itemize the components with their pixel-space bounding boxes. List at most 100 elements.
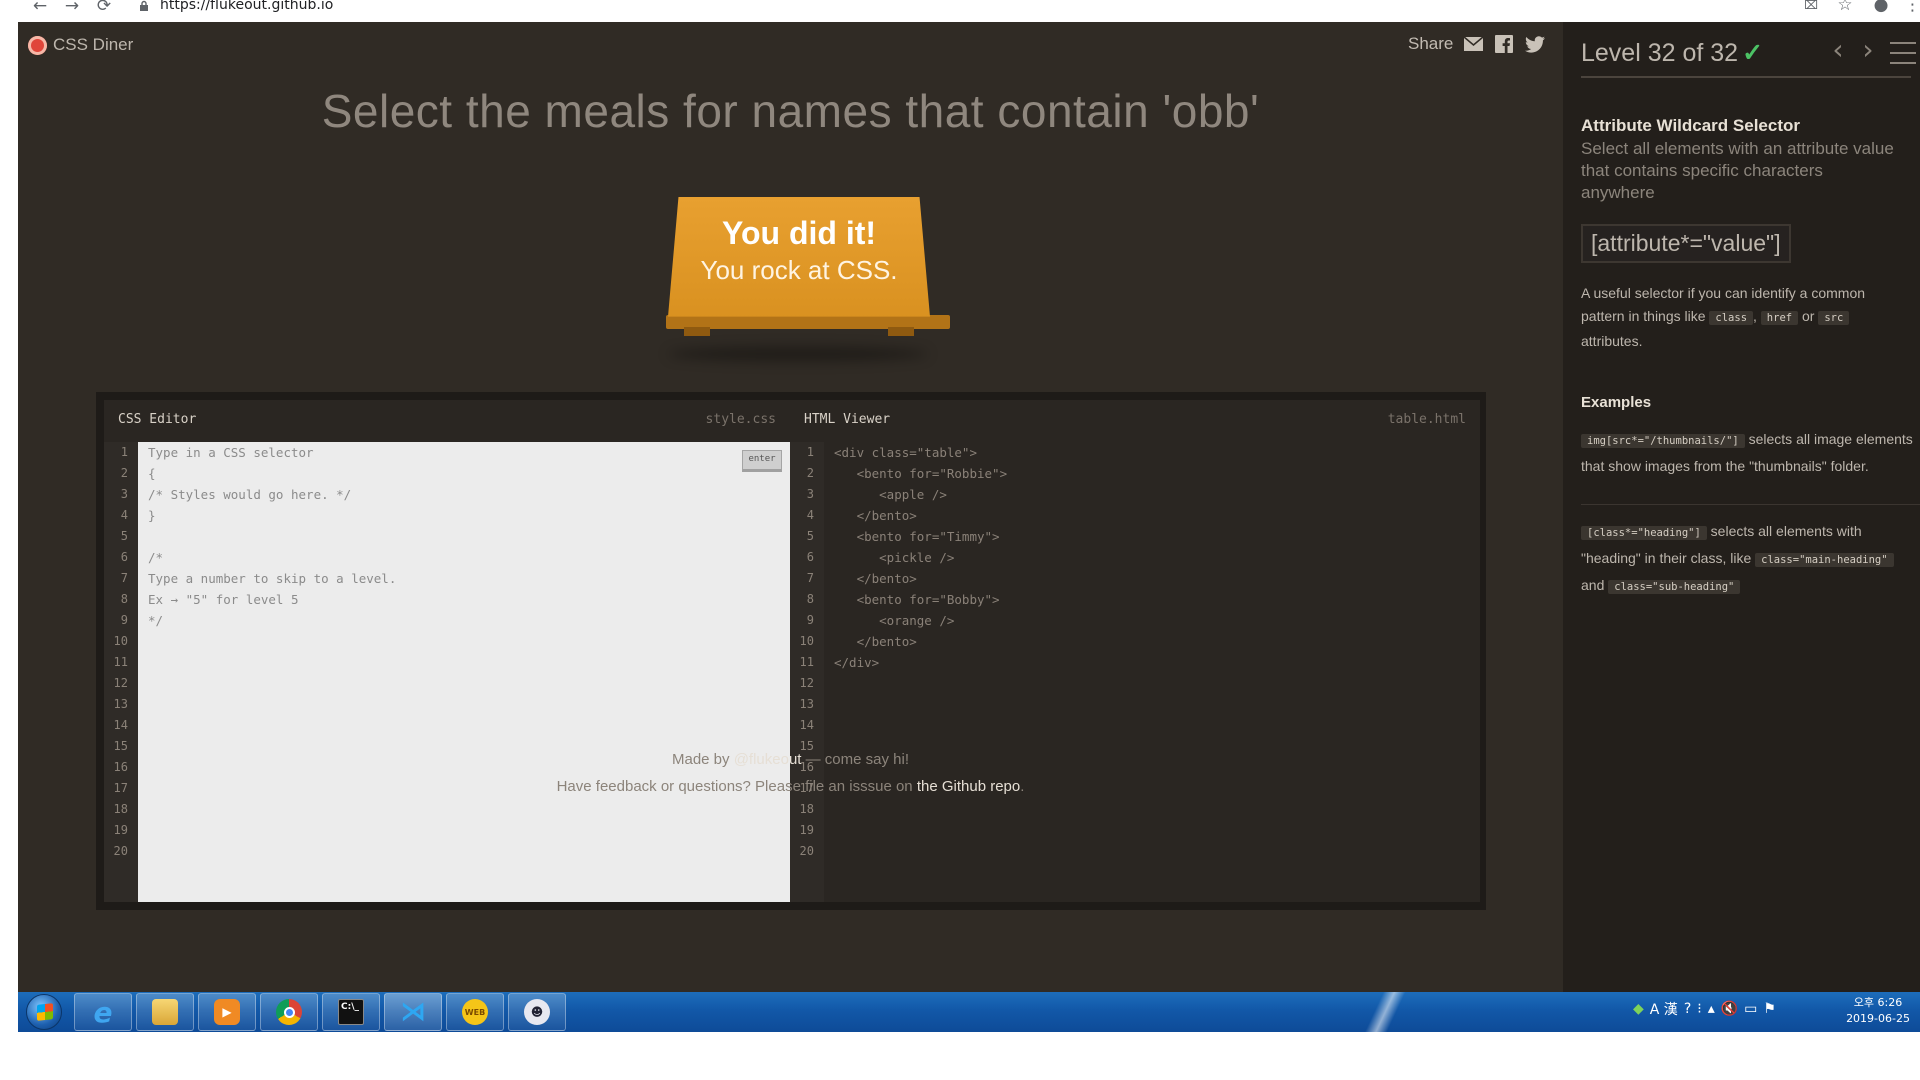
facebook-icon[interactable] — [1493, 34, 1515, 54]
start-button[interactable] — [26, 994, 62, 1030]
example-divider — [1581, 504, 1920, 505]
feedback-line: Have feedback or questions? Please file … — [18, 778, 1563, 795]
twitter-icon[interactable] — [1524, 34, 1546, 54]
logo-icon — [28, 35, 47, 55]
code-line: <apple /> — [834, 487, 947, 502]
line-number: 19 — [799, 823, 814, 837]
credits-prefix: Made by — [671, 751, 734, 768]
web4he-button[interactable]: WEB — [446, 993, 504, 1031]
folder-icon — [152, 999, 178, 1025]
line-number: 10 — [113, 634, 128, 648]
line-number: 9 — [120, 613, 128, 627]
line-number: 5 — [120, 529, 128, 543]
back-icon[interactable]: ← — [30, 0, 50, 15]
code-line: <bento for="Bobby"> — [834, 592, 1000, 607]
browser-menu-icon[interactable]: ⋮ — [1904, 0, 1920, 14]
line-number: 7 — [120, 571, 128, 585]
web4he-icon: WEB — [462, 999, 488, 1025]
line-number: 19 — [113, 823, 128, 837]
line-number: 2 — [120, 466, 128, 480]
command-prompt-button[interactable]: C:\_ — [322, 993, 380, 1031]
line-number: 20 — [113, 844, 128, 858]
line-number: 20 — [799, 844, 814, 858]
system-tray: ◆ A 漢 ? ⁝ ▴ 🔇 ▭ ⚑ — [1633, 999, 1776, 1019]
enter-button[interactable]: enter — [742, 450, 782, 472]
flukeout-link[interactable]: @flukeout — [734, 751, 802, 768]
table-leg — [684, 327, 710, 336]
level-text: Level 32 of 32 — [1581, 39, 1739, 67]
help-icon[interactable]: ? — [1684, 1001, 1691, 1017]
code-line: </bento> — [834, 508, 917, 523]
shield-icon[interactable]: ◆ — [1633, 1001, 1644, 1017]
taskbar-highlight — [1328, 992, 1448, 1032]
example-1: img[src*="/thumbnails/"] selects all ima… — [1581, 427, 1916, 479]
media-player-button[interactable]: ▶ — [198, 993, 256, 1031]
selector-title: Select all elements with an attribute va… — [1581, 139, 1894, 202]
example-2-code-main: class="main-heading" — [1755, 553, 1894, 567]
previous-level-icon[interactable]: ‹ — [1827, 36, 1849, 66]
chrome-button[interactable] — [260, 993, 318, 1031]
html-viewer: HTML Viewer table.html 1 2 3 4 5 6 7 8 9 10 11 12 13… — [790, 400, 1480, 902]
check-icon: ✓ — [1742, 39, 1764, 67]
address-bar[interactable]: https://flukeout.github.io — [160, 0, 333, 13]
email-icon[interactable] — [1462, 34, 1484, 54]
level-indicator[interactable]: Level 32 of 32 ✓ — [1581, 38, 1763, 68]
reload-icon[interactable]: ⟳ — [94, 0, 114, 15]
line-number: 12 — [113, 676, 128, 690]
vscode-button[interactable]: ⋊ — [384, 993, 442, 1031]
credits-line: Made by @flukeout — come say hi! — [18, 751, 1563, 768]
line-number: 13 — [799, 697, 814, 711]
line-number: 14 — [799, 718, 814, 732]
feedback-prefix: Have feedback or questions? Please file … — [556, 778, 917, 795]
share-label: Share — [1408, 34, 1454, 53]
clock-time: 오후 6:26 — [1853, 996, 1903, 1009]
logo-text: CSS Diner — [53, 35, 134, 54]
css-input[interactable]: enter Type in a CSS selector {/* Styles w… — [138, 442, 790, 902]
bookmark-star-icon[interactable]: ☆ — [1834, 0, 1856, 14]
volume-muted-icon[interactable]: 🔇 — [1721, 1001, 1738, 1017]
network-icon[interactable]: ▭ — [1744, 1001, 1757, 1017]
profile-icon[interactable]: ● — [1870, 0, 1892, 14]
forward-icon[interactable]: → — [62, 0, 82, 15]
show-hidden-icons[interactable]: ▴ — [1708, 1001, 1715, 1017]
example-2-text-and: and — [1581, 577, 1609, 593]
html-viewer-header: HTML Viewer table.html — [790, 400, 1480, 442]
logo[interactable]: CSS Diner — [28, 34, 133, 56]
level-menu-icon[interactable] — [1890, 42, 1916, 64]
system-clock[interactable]: 오후 6:26 2019-06-25 — [1846, 995, 1910, 1027]
hint-tag-class: class — [1709, 311, 1754, 325]
line-number: 3 — [806, 487, 814, 501]
level-progress-line — [1581, 76, 1911, 78]
file-explorer-button[interactable] — [136, 993, 194, 1031]
css-editor-filename: style.css — [705, 412, 776, 427]
code-line: /* Styles would go here. */ — [148, 487, 352, 502]
line-number: 10 — [799, 634, 814, 648]
ime-indicator[interactable]: A 漢 — [1650, 999, 1678, 1019]
translate-icon[interactable]: ⌧ — [1800, 0, 1822, 14]
next-level-icon[interactable]: › — [1857, 36, 1879, 66]
success-table: You did it! You rock at CSS. — [648, 197, 950, 361]
code-line: Type in a CSS selector — [148, 445, 314, 460]
line-number: 2 — [806, 466, 814, 480]
action-center-flag-icon[interactable]: ⚑ — [1763, 1001, 1776, 1017]
code-line: <pickle /> — [834, 550, 955, 565]
order-instruction: Select the meals for names that contain … — [321, 85, 1260, 137]
ime-options-icon[interactable]: ⁝ — [1697, 1001, 1701, 1017]
css-editor-title: CSS Editor — [118, 412, 197, 427]
line-number: 13 — [113, 697, 128, 711]
game-app-button[interactable]: ☻ — [508, 993, 566, 1031]
command-prompt-icon: C:\_ — [338, 999, 364, 1025]
github-repo-link[interactable]: the Github repo — [917, 778, 1020, 795]
internet-explorer-button[interactable]: e — [74, 993, 132, 1031]
share-bar: Share — [1408, 34, 1546, 54]
